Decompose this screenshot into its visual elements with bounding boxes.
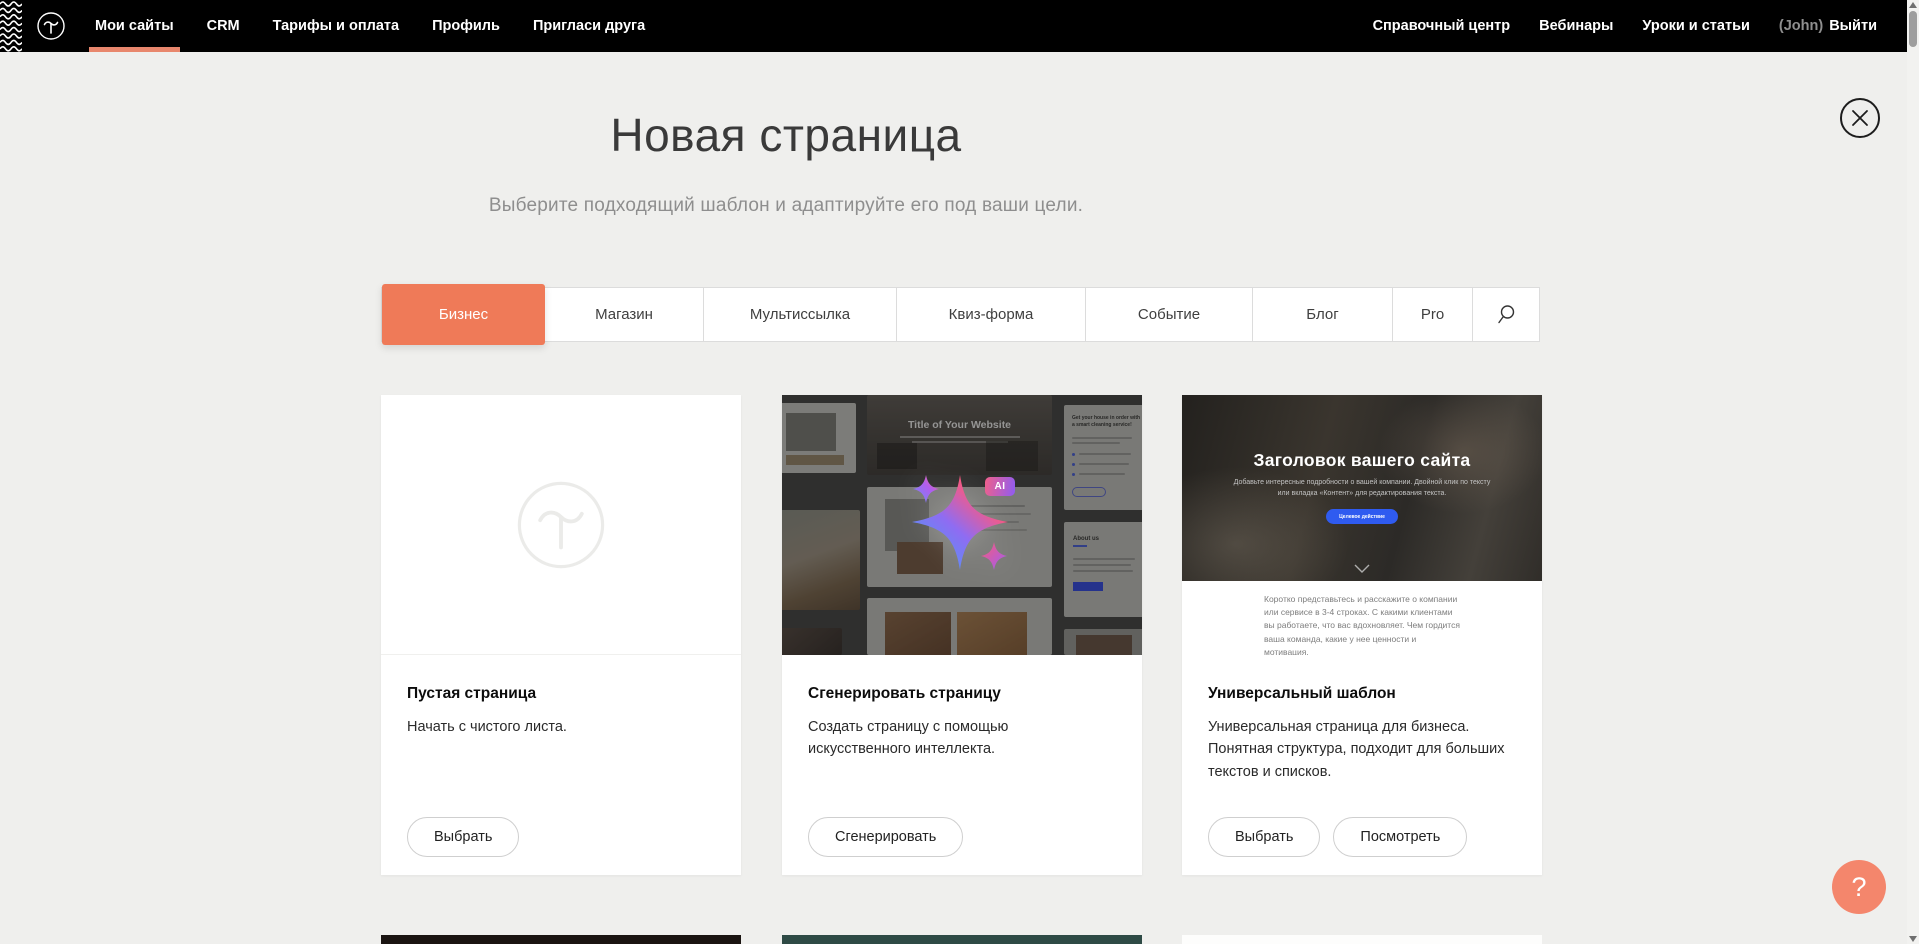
category-tab[interactable]: Магазин <box>545 288 704 341</box>
tilda-logo[interactable] <box>36 11 66 41</box>
card-action-button[interactable]: Посмотреть <box>1333 817 1467 857</box>
category-tab-label: Мультиссылка <box>750 306 850 323</box>
ai-template-preview: Title of Your Website <box>782 395 1142 655</box>
preview-hero-title: Заголовок вашего сайта <box>1182 450 1542 471</box>
card-title: Универсальный шаблон <box>1208 685 1516 703</box>
nav-item[interactable]: Тарифы и оплата <box>273 0 399 52</box>
nav-item[interactable]: Уроки и статьи <box>1642 0 1749 52</box>
card-title: Сгенерировать страницу <box>808 685 1116 703</box>
preview-hero: Заголовок вашего сайта Добавьте интересн… <box>1182 395 1542 581</box>
category-tab[interactable]: Мультиссылка <box>704 288 897 341</box>
page-subtitle: Выберите подходящий шаблон и адаптируйте… <box>381 195 1191 217</box>
logout-link[interactable]: (John) Выйти <box>1779 0 1877 52</box>
universal-template-preview: Заголовок вашего сайта Добавьте интересн… <box>1182 395 1542 655</box>
template-card-universal: Заголовок вашего сайта Добавьте интересн… <box>1182 395 1542 875</box>
card-description: Универсальная страница для бизнеса. Поня… <box>1208 716 1516 783</box>
category-tab[interactable]: Блог <box>1253 288 1393 341</box>
nav-item-label: Профиль <box>432 18 500 34</box>
category-tab[interactable]: Бизнес <box>382 284 545 345</box>
close-icon <box>1851 109 1869 127</box>
preview-hero-button: Целевое действие <box>1326 509 1398 524</box>
category-tab[interactable]: Событие <box>1086 288 1253 341</box>
zigzag-pattern-icon <box>0 0 22 52</box>
logout-label: Выйти <box>1829 18 1877 34</box>
website-collage: Title of Your Website <box>782 395 1142 655</box>
nav-item-label: Мои сайты <box>95 18 174 34</box>
preview-hero-subtitle: Добавьте интересные подробности о вашей … <box>1231 478 1493 499</box>
chevron-down-icon <box>1354 564 1370 573</box>
card-description: Начать с чистого листа. <box>407 716 715 738</box>
scrollbar <box>1907 0 1919 944</box>
scroll-down-arrow[interactable] <box>1909 936 1917 942</box>
category-tab-label: Pro <box>1421 306 1444 323</box>
user-name: (John) <box>1779 18 1823 34</box>
close-button[interactable] <box>1840 98 1880 138</box>
nav-item-label: CRM <box>207 18 240 34</box>
category-tab-label: Событие <box>1138 306 1200 323</box>
template-card-ai-generate: Title of Your Website <box>782 395 1142 875</box>
nav-item-label: Пригласи друга <box>533 18 645 34</box>
category-tab-label: Блог <box>1306 306 1338 323</box>
tab-search[interactable] <box>1473 288 1539 341</box>
search-icon <box>1496 304 1516 325</box>
card-title: Пустая страница <box>407 685 715 703</box>
scrollbar-thumb[interactable] <box>1909 11 1917 47</box>
next-row-card-preview <box>782 935 1142 944</box>
category-tab[interactable]: Квиз-форма <box>897 288 1086 341</box>
tilda-watermark-icon <box>513 477 609 573</box>
ai-badge: AI <box>985 477 1015 496</box>
template-category-tabs: Бизнес Магазин Мультиссылка Квиз-форма С… <box>381 287 1540 342</box>
nav-item-label: Уроки и статьи <box>1642 18 1749 34</box>
card-description: Создать страницу с помощью искусственног… <box>808 716 1076 761</box>
category-tab[interactable]: Pro <box>1393 288 1473 341</box>
nav-item[interactable]: CRM <box>207 0 240 52</box>
category-tab-label: Магазин <box>595 306 653 323</box>
blank-template-preview <box>381 395 741 655</box>
nav-item[interactable]: Пригласи друга <box>533 0 645 52</box>
nav-item[interactable]: Профиль <box>432 0 500 52</box>
nav-item-label: Тарифы и оплата <box>273 18 399 34</box>
card-action-button[interactable]: Выбрать <box>407 817 519 857</box>
topbar: Мои сайты CRM Тарифы и оплата Профиль Пр… <box>0 0 1907 52</box>
card-action-button[interactable]: Сгенерировать <box>808 817 963 857</box>
nav-item[interactable]: Справочный центр <box>1373 0 1511 52</box>
nav-item[interactable]: Мои сайты <box>95 0 174 52</box>
next-row-card-preview <box>381 935 741 944</box>
scroll-up-arrow[interactable] <box>1909 2 1917 8</box>
main-nav: Мои сайты CRM Тарифы и оплата Профиль Пр… <box>95 0 645 52</box>
secondary-nav: Справочный центр Вебинары Уроки и статьи… <box>1373 0 1877 52</box>
nav-item-label: Вебинары <box>1539 18 1613 34</box>
next-row-card-preview <box>1182 935 1542 944</box>
category-tab-label: Квиз-форма <box>949 306 1034 323</box>
category-tab-label: Бизнес <box>439 306 488 323</box>
nav-item-label: Справочный центр <box>1373 18 1511 34</box>
help-button[interactable]: ? <box>1832 860 1886 914</box>
page-title: Новая страница <box>381 108 1191 162</box>
template-card-blank: Пустая страница Начать с чистого листа. … <box>381 395 741 875</box>
card-action-button[interactable]: Выбрать <box>1208 817 1320 857</box>
nav-item[interactable]: Вебинары <box>1539 0 1613 52</box>
preview-body: Коротко представьтесь и расскажите о ком… <box>1182 581 1542 655</box>
preview-body-text: Коротко представьтесь и расскажите о ком… <box>1264 593 1460 655</box>
